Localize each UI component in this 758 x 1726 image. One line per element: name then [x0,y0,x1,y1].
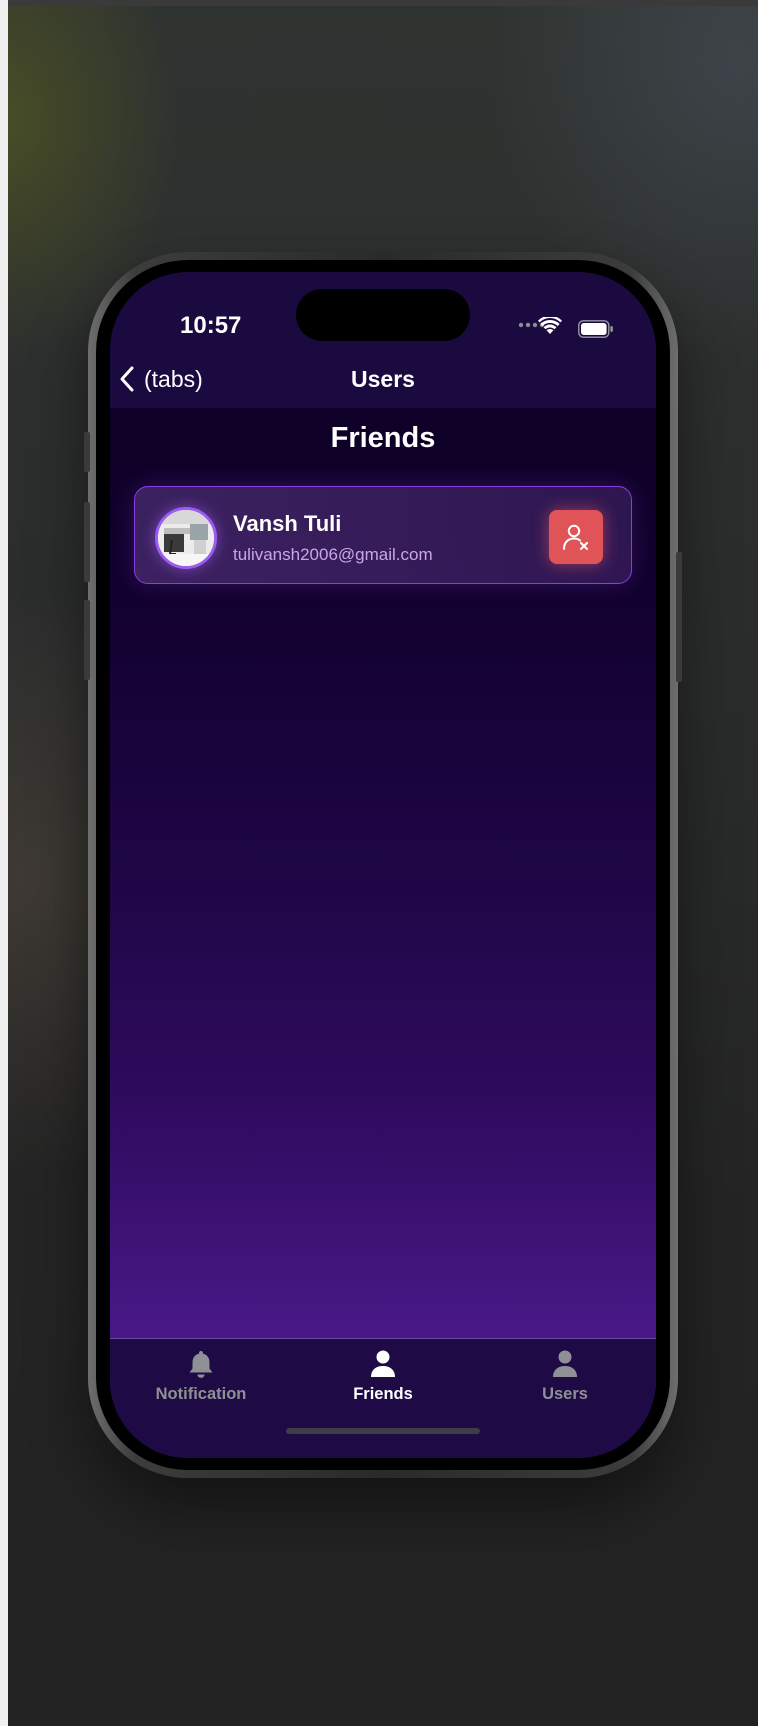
navigation-header: 10:57 (tabs) Users [110,272,656,408]
remove-friend-icon [563,524,589,551]
battery-icon [578,320,613,338]
status-time: 10:57 [180,312,242,339]
window-left-edge [0,0,8,1726]
window-top-edge [0,0,758,6]
mute-switch [84,432,90,472]
friend-name: Vansh Tuli [233,511,342,536]
person-icon [553,1350,577,1377]
friend-email: tulivansh2006@gmail.com [233,545,433,564]
bell-icon [189,1351,213,1378]
tab-bar: Notification Friends Users [110,1338,656,1458]
avatar [155,507,217,569]
dynamic-island [296,289,470,341]
tab-users[interactable]: Users [474,1349,656,1409]
tab-label: Users [542,1385,588,1403]
friend-card[interactable]: Vansh Tuli tulivansh2006@gmail.com [134,486,632,584]
volume-up-button [84,502,90,582]
nav-title: Users [351,366,415,392]
page-title: Friends [330,422,436,454]
app-screen: 10:57 (tabs) Users Friends Vansh Tuli tu… [110,272,656,1458]
tab-label: Friends [353,1385,413,1403]
tab-notification[interactable]: Notification [110,1349,292,1409]
power-button [676,552,682,682]
phone-frame: 10:57 (tabs) Users Friends Vansh Tuli tu… [84,252,682,1478]
wifi-icon [538,317,562,334]
person-icon [371,1350,395,1377]
tab-label: Notification [155,1385,247,1403]
volume-down-button [84,600,90,680]
remove-friend-button[interactable] [549,510,603,564]
tab-friends[interactable]: Friends [292,1349,474,1409]
home-indicator [286,1428,480,1434]
